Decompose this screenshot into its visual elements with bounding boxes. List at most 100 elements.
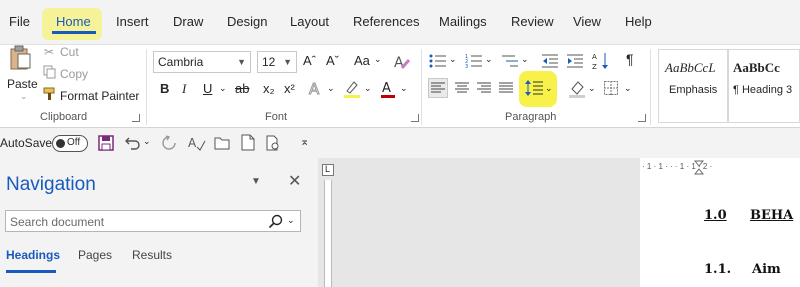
heading-number: 1.0	[704, 208, 727, 223]
strikethrough-button[interactable]: ab	[235, 81, 249, 96]
tab-draw[interactable]: Draw	[173, 14, 203, 29]
bold-button[interactable]: B	[160, 81, 169, 96]
heading-number: 1.1.	[704, 262, 732, 277]
chevron-down-icon[interactable]: ⌄	[588, 83, 596, 94]
italic-button[interactable]: I	[182, 81, 186, 97]
tab-headings[interactable]: Headings	[6, 248, 60, 262]
clipboard-launcher-icon[interactable]	[132, 114, 140, 122]
sort-icon[interactable]: A Z	[592, 51, 610, 71]
tab-layout[interactable]: Layout	[290, 14, 329, 29]
customize-toolbar-icon[interactable]: ⌅	[300, 135, 309, 148]
tab-insert[interactable]: Insert	[116, 14, 149, 29]
chevron-down-icon[interactable]: ⌄	[287, 215, 295, 226]
subscript-button[interactable]: x₂	[263, 81, 275, 96]
svg-text:A: A	[382, 81, 391, 96]
tab-design[interactable]: Design	[227, 14, 267, 29]
chevron-down-icon[interactable]: ⌄	[219, 83, 227, 94]
chevron-down-icon[interactable]: ⌄	[143, 136, 151, 147]
numbering-icon[interactable]: 1 2 3	[465, 53, 483, 69]
tab-view[interactable]: View	[573, 14, 601, 29]
font-name-value: Cambria	[158, 55, 204, 69]
font-launcher-icon[interactable]	[411, 114, 419, 122]
chevron-down-icon[interactable]: ⌄	[624, 83, 632, 94]
shading-icon[interactable]	[568, 79, 586, 99]
clear-formatting-icon[interactable]: A	[393, 53, 411, 71]
grow-font-button[interactable]: Aˆ	[303, 53, 316, 68]
multilevel-list-icon[interactable]	[501, 53, 519, 69]
close-icon[interactable]: ✕	[288, 171, 301, 191]
tab-selector-icon[interactable]: L	[322, 164, 334, 176]
align-left-icon	[431, 82, 445, 93]
font-color-icon[interactable]: A	[380, 79, 396, 99]
shrink-font-button[interactable]: Aˇ	[326, 53, 339, 68]
superscript-button[interactable]: x²	[284, 81, 295, 96]
align-right-icon[interactable]	[477, 81, 491, 95]
change-case-button[interactable]: Aa	[354, 53, 370, 68]
show-formatting-marks-icon[interactable]: ¶	[626, 51, 634, 67]
tab-file[interactable]: File	[9, 14, 30, 29]
borders-icon[interactable]	[604, 81, 618, 95]
chevron-down-icon[interactable]: ⌄	[364, 83, 372, 94]
tab-home[interactable]: Home	[56, 14, 91, 29]
document-page[interactable]: 1.0 BEHA 1.1. Aim	[640, 178, 800, 287]
increase-indent-icon[interactable]	[566, 53, 584, 69]
decrease-indent-icon[interactable]	[541, 53, 559, 69]
search-icon[interactable]	[268, 214, 283, 229]
text-effects-icon[interactable]: A	[307, 79, 325, 98]
chevron-down-icon[interactable]: ⌄	[374, 54, 382, 65]
paragraph-launcher-icon[interactable]	[638, 114, 646, 122]
new-document-icon[interactable]	[241, 134, 255, 151]
active-tab-underline	[52, 31, 96, 34]
bullets-icon[interactable]	[429, 53, 447, 69]
chevron-down-icon[interactable]: ⌄	[485, 54, 493, 65]
tab-help[interactable]: Help	[625, 14, 652, 29]
justify-icon[interactable]	[499, 81, 513, 95]
cut-icon[interactable]: ✂	[44, 45, 54, 59]
open-folder-icon[interactable]	[214, 136, 232, 150]
save-icon[interactable]	[98, 135, 114, 151]
indent-marker-icon[interactable]	[694, 160, 704, 176]
ruler-strip	[324, 180, 332, 287]
copy-icon[interactable]	[43, 65, 57, 79]
search-input[interactable]: Search document ⌄	[5, 210, 301, 232]
svg-text:Z: Z	[592, 63, 597, 71]
paragraph-group-label: Paragraph	[505, 111, 557, 123]
format-painter-icon[interactable]	[43, 87, 58, 101]
align-center-icon[interactable]	[455, 81, 469, 95]
autosave-toggle[interactable]: Off	[52, 135, 88, 152]
copy-button[interactable]: Copy	[60, 67, 88, 81]
highlighter-icon[interactable]	[343, 79, 361, 99]
font-size-select[interactable]: 12 ▼	[257, 51, 297, 73]
pane-options-icon[interactable]: ▼	[251, 176, 261, 187]
spelling-icon[interactable]: A	[188, 135, 206, 151]
format-painter-button[interactable]: Format Painter	[60, 89, 139, 103]
chevron-down-icon[interactable]: ⌄	[400, 83, 408, 94]
style-emphasis[interactable]: AaBbCcL Emphasis	[658, 49, 728, 123]
print-preview-icon[interactable]	[265, 135, 281, 151]
chevron-down-icon[interactable]: ⌄	[545, 83, 553, 94]
font-name-select[interactable]: Cambria ▼	[153, 51, 251, 73]
svg-text:A: A	[309, 80, 320, 97]
style-preview: AaBbCc	[733, 60, 780, 75]
tab-results[interactable]: Results	[132, 248, 172, 262]
style-name: ¶ Heading 3	[733, 84, 793, 96]
chevron-down-icon[interactable]: ⌄	[521, 54, 529, 65]
underline-button[interactable]: U	[203, 81, 212, 96]
undo-icon[interactable]	[125, 135, 141, 151]
chevron-down-icon[interactable]: ⌄	[327, 83, 335, 94]
tab-pages[interactable]: Pages	[78, 248, 112, 262]
paste-icon[interactable]	[8, 45, 32, 71]
tab-mailings[interactable]: Mailings	[439, 14, 487, 29]
tab-review[interactable]: Review	[511, 14, 554, 29]
cut-button[interactable]: Cut	[60, 45, 79, 59]
toggle-knob	[56, 139, 65, 148]
style-heading-3[interactable]: AaBbCc ¶ Heading 3	[728, 49, 800, 123]
tab-references[interactable]: References	[353, 14, 419, 29]
heading-text: BEHA	[750, 208, 794, 223]
paste-dropdown-icon[interactable]: ⌄	[20, 91, 28, 102]
chevron-down-icon[interactable]: ⌄	[449, 54, 457, 65]
line-spacing-icon[interactable]	[525, 79, 543, 97]
vertical-ruler: L	[318, 158, 340, 287]
redo-icon[interactable]	[161, 135, 177, 151]
paste-label[interactable]: Paste	[7, 77, 38, 91]
